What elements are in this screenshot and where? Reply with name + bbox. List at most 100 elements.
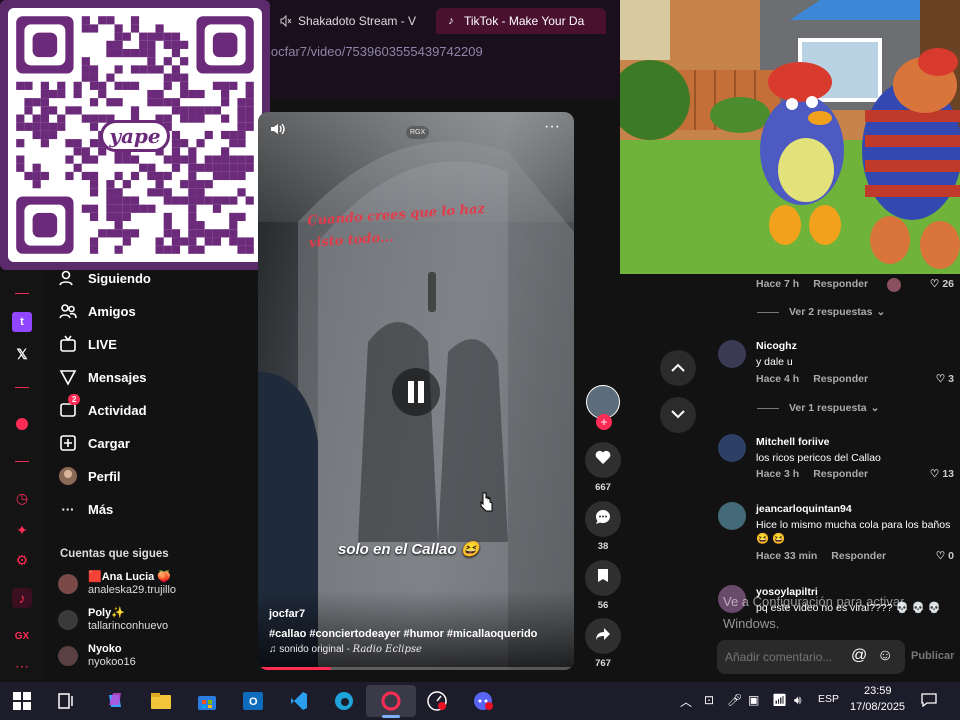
comment-meta: Hace 7 h Responder: [756, 278, 868, 290]
following-account-item[interactable]: Poly✨ tallarinconhuevo: [58, 604, 168, 636]
save-button[interactable]: [585, 560, 621, 596]
microsoft-store-icon[interactable]: [195, 689, 219, 713]
speedtest-icon[interactable]: [425, 689, 449, 713]
like-button[interactable]: [585, 442, 621, 478]
following-account-item[interactable]: Nyoko nyokoo16: [58, 640, 136, 672]
reply-button[interactable]: Responder: [813, 278, 868, 290]
previous-video-button[interactable]: [660, 350, 696, 386]
comment-like-button[interactable]: ♡ 3: [936, 373, 954, 385]
save-count: 56: [597, 600, 609, 611]
dash-icon[interactable]: —: [12, 450, 32, 470]
notification-icon[interactable]: [921, 693, 937, 710]
sidebar-item-live[interactable]: LIVE: [58, 331, 117, 357]
reply-button[interactable]: Responder: [831, 550, 886, 562]
comment-meta: Hace 4 h Responder: [756, 373, 868, 385]
sidebar-item-label: Cargar: [88, 435, 130, 451]
comment-avatar[interactable]: [718, 340, 746, 368]
video-hashtags[interactable]: #callao #conciertodeayer #humor #micalla…: [269, 628, 537, 640]
next-video-button[interactable]: [660, 397, 696, 433]
outlook-icon[interactable]: O: [241, 689, 265, 713]
volume-icon[interactable]: [270, 122, 286, 139]
sidebar-item-friends[interactable]: Amigos: [58, 298, 136, 324]
sidebar-item-upload[interactable]: Cargar: [58, 430, 130, 456]
dash-icon[interactable]: —: [12, 282, 32, 302]
gx-icon[interactable]: GX: [12, 626, 32, 646]
following-account-item[interactable]: 🟥Ana Lucia 🍑 analeska29.trujillo: [58, 568, 176, 600]
discord-icon[interactable]: [471, 689, 495, 713]
comment-time: Hace 3 h: [756, 468, 800, 480]
video-progress-bar[interactable]: [258, 667, 574, 670]
comment-avatar[interactable]: [718, 502, 746, 530]
sidebar-item-messages[interactable]: Mensajes: [58, 364, 147, 390]
video-player[interactable]: RGX ··· Cuando crees que lo haz visto to…: [258, 112, 574, 670]
tiktok-sidebar-icon[interactable]: ♪: [12, 588, 32, 608]
sidebar-item-more[interactable]: ··· Más: [58, 496, 114, 522]
clock-icon[interactable]: ◷: [12, 488, 32, 508]
vscode-icon[interactable]: [287, 689, 311, 713]
network-device-icon[interactable]: ⊡: [704, 693, 714, 707]
puzzle-icon[interactable]: ✦: [12, 520, 32, 540]
clock-time[interactable]: 23:59: [864, 685, 892, 697]
view-replies-button[interactable]: Ver 2 respuestas ⌄: [757, 306, 885, 318]
language-indicator[interactable]: ESP: [818, 693, 839, 705]
more-dots-icon[interactable]: ⋯: [12, 656, 32, 676]
view-replies-button[interactable]: Ver 1 respuesta ⌄: [757, 402, 879, 414]
tiktok-sidebar: Siguiendo Amigos LIVE Mensajes 2 Activid…: [44, 262, 258, 682]
comment-like-button[interactable]: ♡ 26: [930, 278, 954, 290]
clock-date[interactable]: 17/08/2025: [850, 701, 905, 713]
comment-like-button[interactable]: ♡ 0: [936, 550, 954, 562]
wifi-icon[interactable]: 📶︎: [772, 693, 787, 707]
opera-gx-icon[interactable]: [379, 689, 403, 713]
mention-icon[interactable]: @: [851, 647, 867, 665]
chevron-down-icon: [671, 406, 685, 424]
sidebar-item-label: Mensajes: [88, 369, 147, 385]
reply-button[interactable]: Responder: [813, 468, 868, 480]
video-progress-fill: [258, 667, 331, 670]
task-view-icon[interactable]: [55, 689, 79, 713]
comment-username[interactable]: Mitchell foriive: [756, 436, 830, 448]
comment-like-button[interactable]: ♡ 13: [930, 468, 954, 480]
url-text[interactable]: jocfar7/video/7539603555439742209: [268, 44, 483, 59]
muted-speaker-icon[interactable]: [280, 14, 292, 28]
twitch-icon[interactable]: t: [12, 312, 32, 332]
settings-icon[interactable]: ⚙: [12, 550, 32, 570]
comment-username[interactable]: Nicoghz: [756, 340, 797, 352]
account-name: Poly✨: [88, 607, 125, 619]
tab-tiktok[interactable]: ♪ TikTok - Make Your Da: [436, 8, 606, 34]
sidebar-item-label: Siguiendo: [88, 270, 151, 286]
reply-button[interactable]: Responder: [813, 373, 868, 385]
chevron-up-icon[interactable]: ︿: [680, 693, 692, 710]
comment-username[interactable]: jeancarloquintan94: [756, 503, 852, 515]
comment-avatar[interactable]: [718, 434, 746, 462]
copilot-icon[interactable]: [103, 689, 127, 713]
sidebar-item-label: Actividad: [88, 402, 147, 418]
windows-start-icon[interactable]: [10, 689, 34, 713]
comment-button[interactable]: [585, 501, 621, 537]
view-replies-label: Ver 2 respuestas: [789, 306, 873, 318]
comment-like-count: 13: [942, 468, 954, 480]
comment-time: Hace 7 h: [756, 278, 800, 290]
yape-logo: yape: [100, 120, 170, 152]
account-name: Nyoko: [88, 643, 122, 655]
messenger-icon[interactable]: [12, 414, 32, 434]
sidebar-item-activity[interactable]: 2 Actividad: [58, 394, 147, 423]
video-sound[interactable]: ♫ sonido original - Radio Eclipse: [269, 644, 422, 655]
video-more-options-icon[interactable]: ···: [544, 118, 560, 136]
publish-button[interactable]: Publicar: [911, 650, 954, 662]
tab-shakadoto-stream[interactable]: Shakadoto Stream - V: [272, 8, 424, 34]
edge-icon[interactable]: [332, 689, 356, 713]
pause-icon[interactable]: [392, 368, 440, 416]
share-button[interactable]: [585, 618, 621, 654]
follow-plus-icon[interactable]: +: [596, 414, 612, 430]
speaker-icon[interactable]: 🔊︎: [794, 693, 802, 708]
x-icon[interactable]: 𝕏: [12, 344, 32, 364]
video-author[interactable]: jocfar7: [269, 608, 305, 620]
sound-label: ♫ sonido original -: [269, 644, 353, 655]
sidebar-item-label: Perfil: [88, 468, 121, 484]
emoji-icon[interactable]: ☺: [877, 647, 893, 665]
sidebar-item-profile[interactable]: Perfil: [58, 463, 121, 489]
file-explorer-icon[interactable]: [149, 689, 173, 713]
microphone-icon[interactable]: 🎤︎: [727, 693, 742, 707]
display-icon[interactable]: ▣: [748, 693, 759, 707]
dash-icon[interactable]: —: [12, 376, 32, 396]
